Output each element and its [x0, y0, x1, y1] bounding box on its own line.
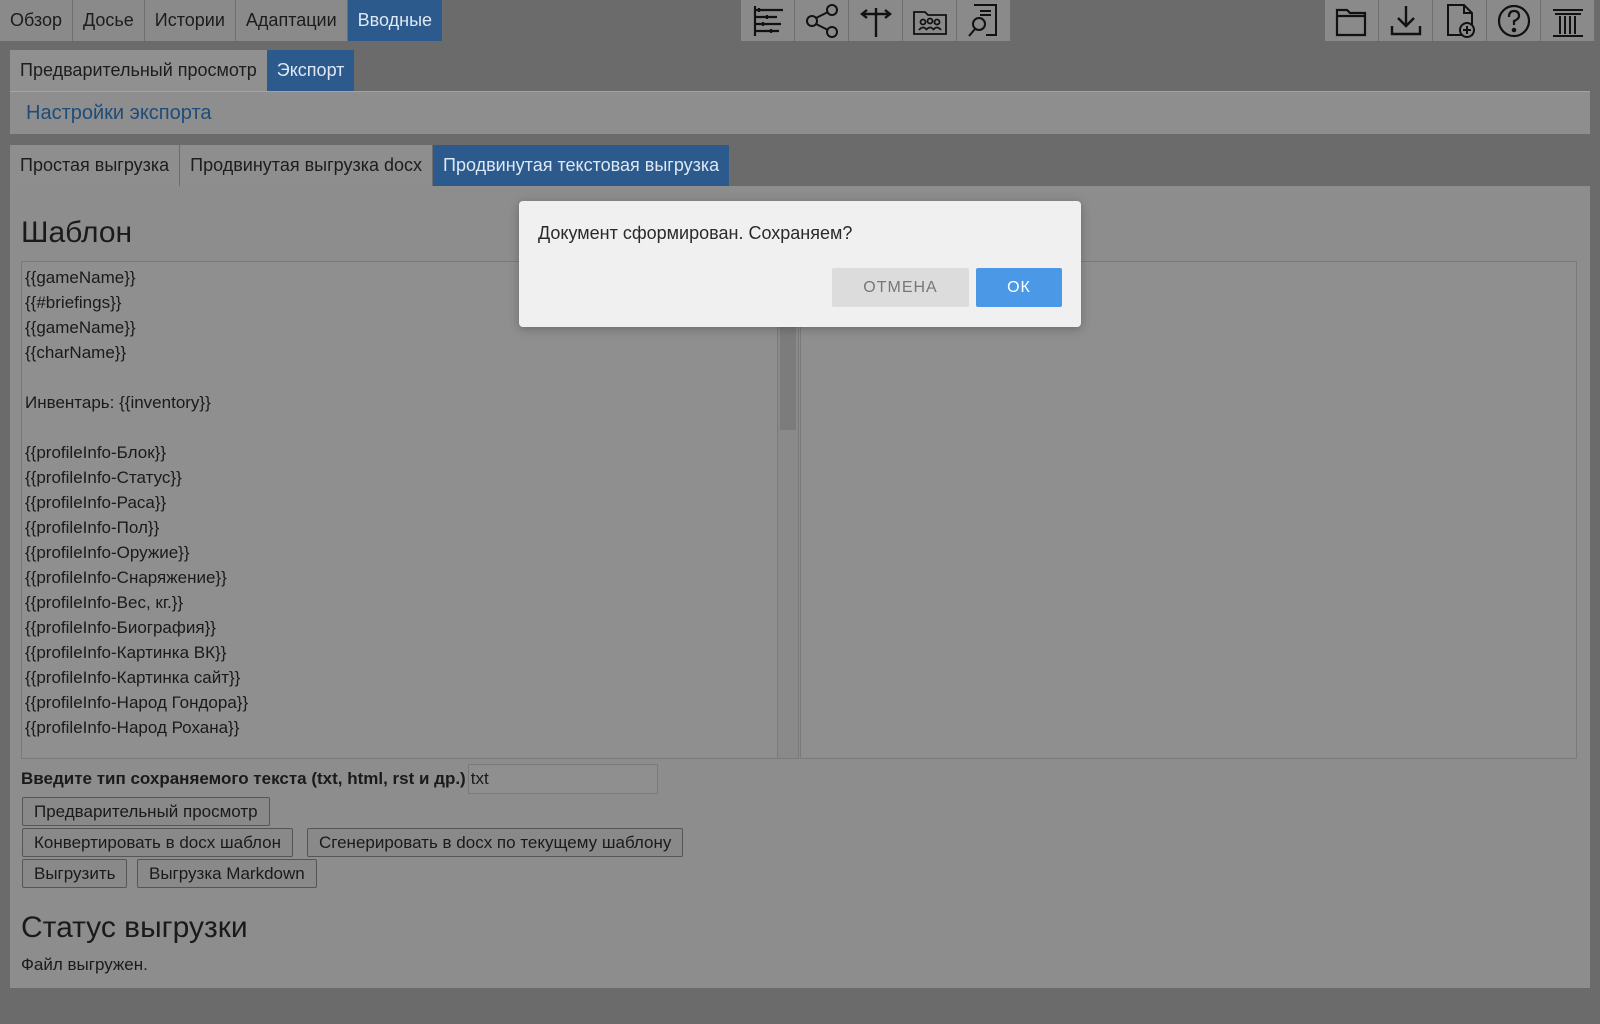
template-line: {{charName}} — [25, 343, 127, 362]
cancel-button[interactable]: ОТМЕНА — [832, 268, 969, 307]
group-folder-icon[interactable] — [903, 0, 957, 41]
template-line: {{profileInfo-Картинка ВК}} — [25, 643, 227, 662]
preview-button[interactable]: Предварительный просмотр — [22, 797, 270, 826]
share-graph-icon[interactable] — [795, 0, 849, 41]
template-heading: Шаблон — [21, 216, 133, 249]
sub-tabs: Предварительный просмотр Экспорт — [10, 50, 355, 91]
tab-adaptations[interactable]: Адаптации — [235, 0, 348, 41]
template-line: {{profileInfo-Блок}} — [25, 443, 166, 462]
timeline-icon[interactable] — [741, 0, 795, 41]
confirm-dialog: Документ сформирован. Сохраняем? ОТМЕНА … — [519, 201, 1081, 327]
tab-briefings[interactable]: Вводные — [347, 0, 444, 41]
tab-stories[interactable]: Истории — [144, 0, 236, 41]
export-tabs: Простая выгрузка Продвинутая выгрузка do… — [10, 145, 731, 186]
main-tabs: Обзор Досье Истории Адаптации Вводные — [0, 0, 444, 41]
template-line: {{profileInfo-Биография}} — [25, 618, 216, 637]
template-text: {{gameName}} {{#briefings}} {{gameName}}{{… — [22, 262, 798, 740]
top-bar: Обзор Досье Истории Адаптации Вводные — [0, 0, 1600, 41]
crossroads-icon[interactable] — [849, 0, 903, 41]
convert-docx-button[interactable]: Конвертировать в docx шаблон — [22, 828, 294, 857]
export-markdown-button[interactable]: Выгрузка Markdown — [137, 859, 317, 888]
tab-overview[interactable]: Обзор — [0, 0, 73, 41]
download-icon[interactable] — [1379, 0, 1433, 41]
template-line: {{profileInfo-Статус}} — [25, 468, 182, 487]
export-button[interactable]: Выгрузить — [22, 859, 128, 888]
template-line: {{profileInfo-Вес, кг.}} — [25, 593, 184, 612]
template-textarea[interactable]: {{gameName}} {{#briefings}} {{gameName}}{{… — [21, 261, 799, 759]
status-heading: Статус выгрузки — [21, 911, 248, 944]
preview-textarea[interactable] — [800, 261, 1577, 759]
center-toolbar — [741, 0, 1011, 41]
template-scrollbar[interactable] — [777, 262, 798, 758]
tab-dossier[interactable]: Досье — [73, 0, 145, 41]
template-line: {{profileInfo-Картинка сайт}} — [25, 668, 241, 687]
template-line: {{profileInfo-Оружие}} — [25, 543, 190, 562]
template-line: {{profileInfo-Раса}} — [25, 493, 167, 512]
tab-advanced-docx-export[interactable]: Продвинутая выгрузка docx — [180, 145, 434, 186]
file-type-row: Введите тип сохраняемого текста (txt, ht… — [21, 764, 658, 794]
new-file-icon[interactable] — [1433, 0, 1487, 41]
tab-advanced-text-export[interactable]: Продвинутая текстовая выгрузка — [433, 145, 731, 186]
settings-pillar-icon[interactable] — [1541, 0, 1595, 41]
document-search-icon[interactable] — [957, 0, 1011, 41]
template-line: {{profileInfo-Снаряжение}} — [25, 568, 227, 587]
template-line — [25, 365, 798, 390]
template-line: {{profileInfo-Пол}} — [25, 518, 160, 537]
scroll-thumb[interactable] — [780, 322, 796, 430]
file-type-label: Введите тип сохраняемого текста (txt, ht… — [21, 769, 466, 788]
export-settings-header[interactable]: Настройки экспорта — [10, 91, 1590, 134]
template-line: {{profileInfo-Народ Гондора}} — [25, 693, 249, 712]
ok-button[interactable]: ОК — [976, 268, 1062, 307]
help-icon[interactable] — [1487, 0, 1541, 41]
right-toolbar — [1325, 0, 1595, 41]
template-line: {{profileInfo-Народ Рохана}} — [25, 718, 240, 737]
generate-docx-button[interactable]: Сгенерировать в docx по текущему шаблону — [307, 828, 684, 857]
status-text: Файл выгружен. — [21, 955, 148, 974]
tab-simple-export[interactable]: Простая выгрузка — [10, 145, 181, 186]
template-line: Инвентарь: {{inventory}} — [25, 393, 211, 412]
file-type-input[interactable]: txt — [467, 764, 658, 794]
open-folder-icon[interactable] — [1325, 0, 1379, 41]
tab-preview[interactable]: Предварительный просмотр — [10, 50, 267, 91]
tab-export[interactable]: Экспорт — [266, 50, 355, 91]
dialog-message: Документ сформирован. Сохраняем? — [538, 223, 853, 243]
template-line — [25, 415, 798, 440]
